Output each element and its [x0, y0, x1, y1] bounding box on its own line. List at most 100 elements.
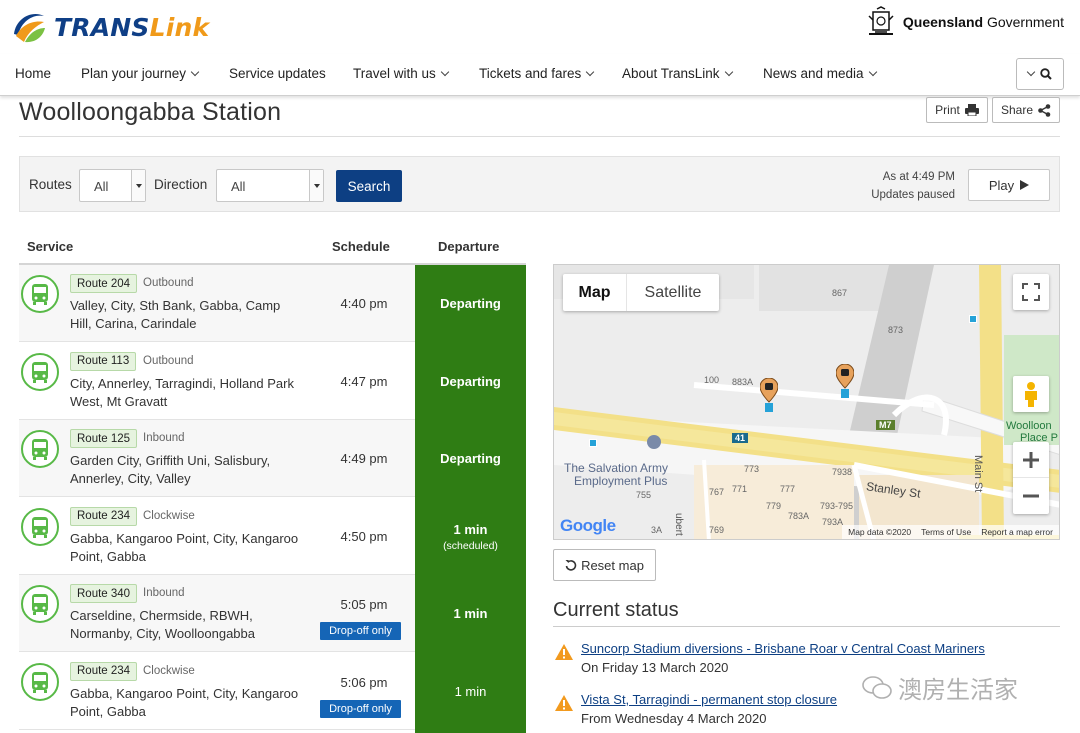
route-direction: Inbound: [143, 432, 185, 444]
nav-tickets-fares[interactable]: Tickets and fares: [479, 66, 595, 81]
nav-travel-with-us[interactable]: Travel with us: [353, 66, 450, 81]
route-badge[interactable]: Route 204: [70, 274, 138, 293]
map-label: 3A: [651, 525, 663, 535]
filter-bar: Routes All Direction All Search As at 4:…: [19, 156, 1060, 212]
translink-logo[interactable]: TRANSLink: [10, 8, 209, 46]
dropdown-arrow-icon: [309, 170, 323, 201]
map-label: 773: [744, 464, 760, 474]
bus-icon: [21, 430, 59, 468]
departure-status: 1 min: [415, 684, 526, 699]
bus-icon: [21, 352, 59, 391]
map-label: 883A: [732, 377, 754, 387]
routes-select-value: All: [94, 179, 109, 194]
bus-icon: [21, 275, 59, 313]
map-label: 777: [780, 484, 796, 494]
departure-row[interactable]: Route 113 Outbound City, Annerley, Tarragi…: [19, 342, 415, 420]
route-stops: Gabba, Kangaroo Point, City, Kangaroo Po…: [70, 685, 299, 719]
street-view-button[interactable]: [1013, 376, 1049, 412]
last-updated: As at 4:49 PM Updates paused: [871, 168, 955, 204]
route-badge[interactable]: Route 125: [70, 429, 138, 448]
translink-wordmark: TRANSLink: [54, 12, 210, 42]
reset-map-button[interactable]: Reset map: [553, 549, 656, 581]
share-button[interactable]: Share: [992, 97, 1060, 123]
map-label: 100: [704, 375, 720, 385]
departure-row[interactable]: Route 204 Outbound Valley, City, Sth Bank,…: [19, 265, 415, 342]
route-badge[interactable]: Route 234: [70, 506, 138, 526]
minus-icon: [1023, 494, 1039, 498]
reset-map-label: Reset map: [581, 557, 644, 573]
direction-label: Direction: [154, 177, 208, 192]
share-icon: [1038, 103, 1051, 117]
zoom-in-button[interactable]: [1013, 442, 1049, 478]
map-tab-map[interactable]: Map: [563, 274, 627, 311]
map-footer: Map data ©2020 Terms of Use Report a map…: [842, 525, 1059, 539]
departure-status: 1 min (scheduled): [415, 522, 526, 552]
route-badge[interactable]: Route 340: [70, 584, 138, 603]
bus-stop-pin-icon: [760, 378, 778, 412]
printer-icon: [964, 104, 979, 116]
pegman-icon: [1025, 382, 1037, 407]
route-direction: Clockwise: [143, 664, 195, 677]
print-button[interactable]: Print: [926, 97, 988, 123]
chevron-down-icon: [440, 67, 450, 77]
dropdown-arrow-icon: [131, 170, 145, 201]
departure-row[interactable]: Route 234 Clockwise Gabba, Kangaroo Point,…: [19, 497, 415, 575]
departure-value: Departing: [440, 373, 501, 389]
departure-note: (scheduled): [443, 539, 498, 552]
map-label: 873: [888, 325, 904, 335]
departure-row[interactable]: Route 340 Inbound Carseldine, Chermside, R…: [19, 575, 415, 652]
map-label: Woolloon: [1006, 420, 1052, 432]
page-title: Woolloongabba Station: [19, 98, 282, 126]
scheduled-time: 4:40 pm: [340, 296, 388, 311]
warning-icon: [555, 644, 573, 660]
report-map-error-link[interactable]: Report a map error: [981, 527, 1053, 537]
google-logo: Google: [560, 516, 616, 535]
station-map[interactable]: 867 873 100 883A M7 41 Woolloon Place P …: [553, 264, 1060, 540]
departure-value: Departing: [440, 296, 501, 311]
site-search-button[interactable]: [1016, 58, 1064, 90]
fullscreen-button[interactable]: [1013, 274, 1049, 310]
nav-about[interactable]: About TransLink: [622, 66, 733, 81]
bus-icon: [21, 507, 59, 546]
col-schedule: Schedule: [332, 239, 390, 254]
bus-icon: [21, 662, 59, 701]
updates-status: Updates paused: [871, 189, 955, 201]
site-header: TRANSLink Queensland Government: [0, 0, 1080, 54]
route-stops: Carseldine, Chermside, RBWH, Normanby, C…: [70, 608, 255, 641]
drop-off-badge: Drop-off only: [320, 699, 401, 718]
departure-row[interactable]: Route 234 Clockwise Gabba, Kangaroo Point,…: [19, 652, 415, 730]
map-label: 771: [732, 484, 748, 494]
search-button[interactable]: Search: [336, 170, 402, 202]
route-stops: City, Annerley, Tarragindi, Holland Park…: [70, 375, 294, 409]
direction-select[interactable]: All: [216, 169, 324, 202]
departure-value: 1 min: [453, 521, 488, 537]
alert-link[interactable]: Vista St, Tarragindi - permanent stop cl…: [581, 692, 837, 707]
bus-stop-small-icon: [589, 439, 597, 447]
search-icon: [1040, 68, 1052, 80]
route-badge[interactable]: Route 234: [70, 661, 138, 681]
route-badge[interactable]: Route 113: [70, 351, 137, 371]
departure-row[interactable]: Route 125 Inbound Garden City, Griffith Un…: [19, 420, 415, 497]
watermark: 澳房生活家: [862, 670, 1018, 705]
route-direction: Clockwise: [143, 509, 195, 522]
alert-link[interactable]: Suncorp Stadium diversions - Brisbane Ro…: [581, 641, 985, 656]
nav-service-updates[interactable]: Service updates: [229, 66, 326, 81]
print-label: Print: [935, 103, 960, 117]
zoom-out-button[interactable]: [1013, 478, 1049, 514]
map-label: 867: [832, 288, 848, 298]
bus-stop-pin-icon: [836, 364, 854, 398]
map-tab-satellite[interactable]: Satellite: [627, 274, 719, 311]
scheduled-time: 4:50 pm: [340, 528, 388, 544]
departure-status: Departing: [415, 374, 526, 389]
nav-home[interactable]: Home: [15, 66, 51, 81]
terms-link[interactable]: Terms of Use: [921, 527, 971, 537]
play-button[interactable]: Play: [968, 169, 1050, 201]
status-divider: [553, 626, 1060, 627]
scheduled-time: 4:47 pm: [340, 373, 388, 389]
wechat-icon: [862, 675, 892, 699]
nav-news-media[interactable]: News and media: [763, 66, 877, 81]
routes-select[interactable]: All: [79, 169, 146, 202]
nav-plan-journey[interactable]: Plan your journey: [81, 66, 200, 81]
queensland-government-logo[interactable]: Queensland Government: [865, 6, 1064, 38]
map-label: 769: [709, 525, 725, 535]
